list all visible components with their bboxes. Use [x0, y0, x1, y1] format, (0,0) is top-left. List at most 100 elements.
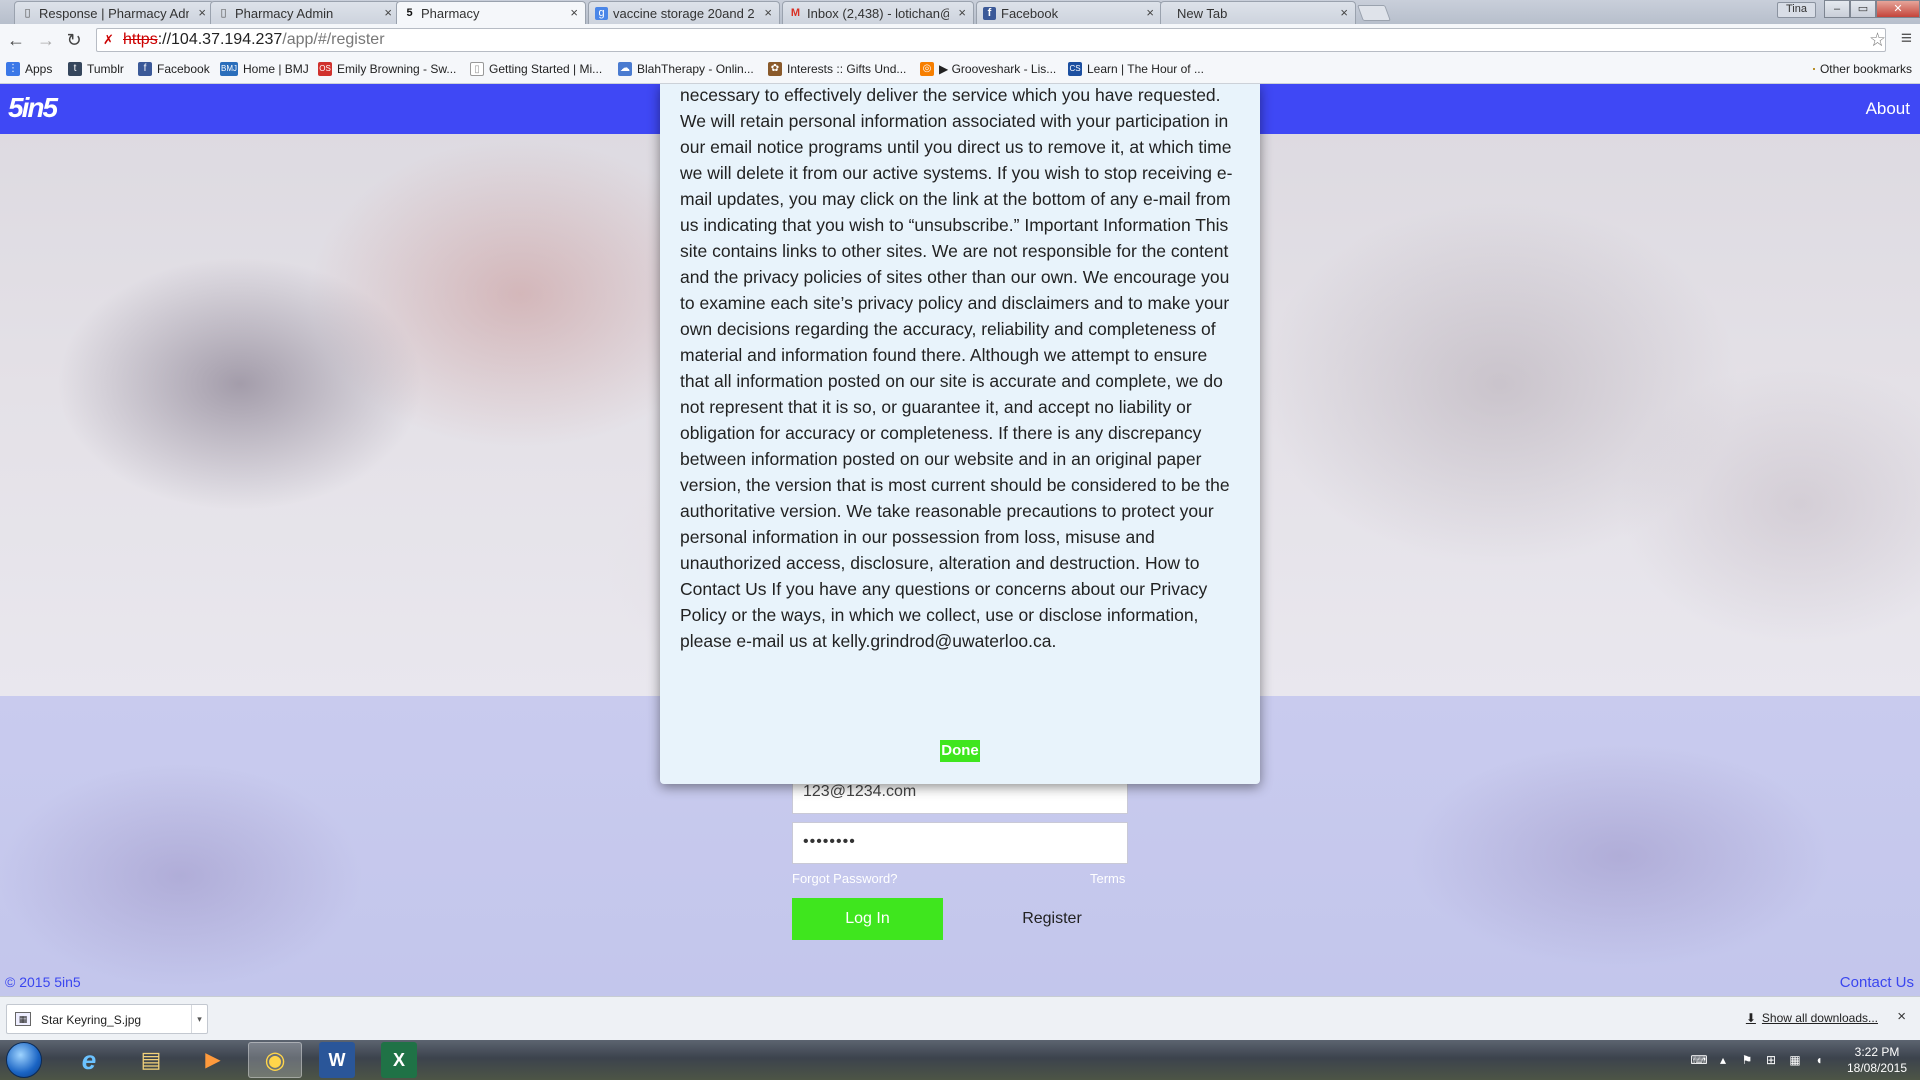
close-icon[interactable]: ×	[570, 5, 578, 20]
other-bookmarks[interactable]: Other bookmarks	[1812, 62, 1912, 76]
page-content: 5in5 About 123@1234.com •••••••• Forgot …	[0, 84, 1920, 996]
bookmark-tumblr[interactable]: t Tumblr	[68, 62, 124, 76]
tab-label: Response | Pharmacy Adm	[39, 6, 189, 21]
tab-label: Inbox (2,438) - lotichan@	[807, 6, 949, 21]
media-player-icon[interactable]: ▶	[186, 1042, 240, 1078]
word-icon[interactable]: W	[319, 1042, 355, 1078]
bookmark-blahtherapy[interactable]: ☁ BlahTherapy - Onlin...	[618, 62, 754, 76]
tab-new-tab[interactable]: New Tab ×	[1160, 1, 1356, 24]
volume-icon[interactable]: ◖	[1810, 1053, 1828, 1067]
reload-icon[interactable]: ↻	[64, 30, 84, 50]
insecure-lock-icon: ✗	[103, 32, 114, 47]
tab-pharmacy[interactable]: 5 Pharmacy ×	[396, 1, 586, 24]
tab-facebook[interactable]: f Facebook ×	[976, 1, 1162, 24]
chevron-up-icon[interactable]: ▴	[1714, 1053, 1732, 1067]
close-icon[interactable]: ×	[1146, 5, 1154, 20]
back-arrow-icon[interactable]: ←	[6, 30, 26, 50]
close-icon[interactable]: ×	[958, 5, 966, 20]
forward-arrow-icon[interactable]: →	[36, 30, 56, 50]
privacy-policy-text: voluntary. It is our practice to collect…	[680, 85, 1233, 651]
user-badge[interactable]: Tina	[1777, 2, 1816, 18]
tab-response-pharmacy-admin[interactable]: ▯ Response | Pharmacy Adm ×	[14, 1, 214, 24]
flag-icon[interactable]: ⚑	[1738, 1053, 1756, 1067]
bookmark-label: Interests :: Gifts Und...	[787, 62, 907, 76]
tab-label: New Tab	[1177, 6, 1228, 21]
window-controls: Tina – ▭ ✕	[1777, 0, 1920, 20]
about-link[interactable]: About	[1866, 99, 1910, 119]
other-bookmarks-label: Other bookmarks	[1819, 62, 1912, 76]
tab-label: Pharmacy Admin	[235, 6, 334, 21]
done-button[interactable]: Done	[940, 740, 980, 762]
bookmark-getting-started[interactable]: ▯ Getting Started | Mi...	[470, 62, 602, 76]
menu-icon[interactable]: ≡	[1901, 28, 1912, 50]
start-button[interactable]	[6, 1042, 42, 1078]
chat-icon: ☁	[618, 62, 632, 76]
windows-icon[interactable]: ⊞	[1762, 1053, 1780, 1067]
bookmark-facebook[interactable]: f Facebook	[138, 62, 210, 76]
page-icon: ▯	[24, 7, 31, 19]
network-icon[interactable]: ▦	[1786, 1053, 1804, 1067]
windows-taskbar: e ▤ ▶ ◉ W X ⌨ ▴ ⚑ ⊞ ▦ ◖ 3:22 PM 18/08/20…	[0, 1040, 1920, 1080]
folder-icon	[1812, 68, 1815, 70]
bookmark-label: Tumblr	[87, 62, 124, 76]
tab-pharmacy-admin[interactable]: ▯ Pharmacy Admin ×	[210, 1, 400, 24]
forgot-password-link[interactable]: Forgot Password?	[792, 871, 898, 886]
bookmark-interests[interactable]: ✿ Interests :: Gifts Und...	[768, 62, 906, 76]
bookmark-hour-of-code[interactable]: CS Learn | The Hour of ...	[1068, 62, 1204, 76]
contact-us-link[interactable]: Contact Us	[1840, 974, 1914, 991]
chrome-icon[interactable]: ◉	[248, 1042, 302, 1078]
bookmark-star-icon[interactable]: ☆	[1869, 29, 1886, 52]
gmail-icon: M	[790, 7, 801, 19]
close-icon[interactable]: ×	[764, 5, 772, 20]
clock-date: 18/08/2015	[1846, 1061, 1908, 1075]
page-icon: ▯	[220, 7, 227, 19]
page-icon: ▯	[470, 62, 484, 76]
close-icon[interactable]: ×	[198, 5, 206, 20]
os-icon: OS	[318, 62, 332, 76]
bookmark-grooveshark[interactable]: ◎ ▶ Grooveshark - Lis...	[920, 62, 1056, 76]
bookmark-apps[interactable]: ⋮ Apps	[6, 62, 52, 76]
privacy-policy-modal: voluntary. It is our practice to collect…	[660, 84, 1260, 784]
address-bar[interactable]: ✗ https://104.37.194.237/app/#/register	[96, 28, 1886, 52]
copyright-text: © 2015 5in5	[5, 974, 81, 990]
minimize-icon[interactable]: –	[1824, 0, 1850, 18]
system-tray: ⌨ ▴ ⚑ ⊞ ▦ ◖ 3:22 PM 18/08/2015	[1690, 1040, 1912, 1080]
bmj-icon: BMJ	[220, 62, 238, 76]
close-icon[interactable]: ×	[1897, 1008, 1906, 1025]
new-tab-button[interactable]	[1357, 5, 1391, 21]
bookmark-bmj[interactable]: BMJ Home | BMJ	[220, 62, 309, 76]
excel-icon[interactable]: X	[381, 1042, 417, 1078]
close-icon[interactable]: ×	[384, 5, 392, 20]
keyboard-icon[interactable]: ⌨	[1690, 1053, 1708, 1067]
terms-link[interactable]: Terms	[1090, 871, 1125, 886]
bookmark-label: BlahTherapy - Onlin...	[637, 62, 754, 76]
chevron-down-icon[interactable]: ▾	[191, 1005, 207, 1033]
url-host: ://104.37.194.237	[157, 31, 283, 48]
tab-vaccine-storage[interactable]: g vaccine storage 20and 20 ×	[588, 1, 780, 24]
show-all-downloads-link[interactable]: ⬇ Show all downloads...	[1746, 1011, 1878, 1025]
show-all-label: Show all downloads...	[1761, 1011, 1878, 1025]
app-logo[interactable]: 5in5	[8, 92, 58, 124]
clock[interactable]: 3:22 PM 18/08/2015	[1842, 1044, 1912, 1076]
close-window-icon[interactable]: ✕	[1876, 0, 1920, 18]
facebook-icon: f	[138, 62, 152, 76]
bookmarks-bar: ⋮ Apps t Tumblr f Facebook BMJ Home | BM…	[0, 56, 1920, 84]
facebook-icon: f	[983, 7, 996, 20]
url-path: /app/#/register	[282, 31, 385, 48]
google-icon: g	[595, 7, 608, 20]
maximize-icon[interactable]: ▭	[1850, 0, 1876, 18]
close-icon[interactable]: ×	[1340, 5, 1348, 20]
file-explorer-icon[interactable]: ▤	[124, 1042, 178, 1078]
tab-inbox[interactable]: M Inbox (2,438) - lotichan@ ×	[782, 1, 974, 24]
bookmark-label: Home | BMJ	[243, 62, 309, 76]
tab-label: Pharmacy	[421, 6, 480, 21]
bookmark-emily-browning[interactable]: OS Emily Browning - Sw...	[318, 62, 456, 76]
login-button[interactable]: Log In	[792, 898, 943, 940]
internet-explorer-icon[interactable]: e	[62, 1042, 116, 1078]
password-field[interactable]: ••••••••	[792, 822, 1128, 864]
gift-icon: ✿	[768, 62, 782, 76]
download-item[interactable]: ▦ Star Keyring_S.jpg ▾	[6, 1004, 208, 1034]
apps-icon: ⋮	[6, 62, 20, 76]
grooveshark-icon: ◎	[920, 62, 934, 76]
register-button[interactable]: Register	[990, 898, 1114, 940]
